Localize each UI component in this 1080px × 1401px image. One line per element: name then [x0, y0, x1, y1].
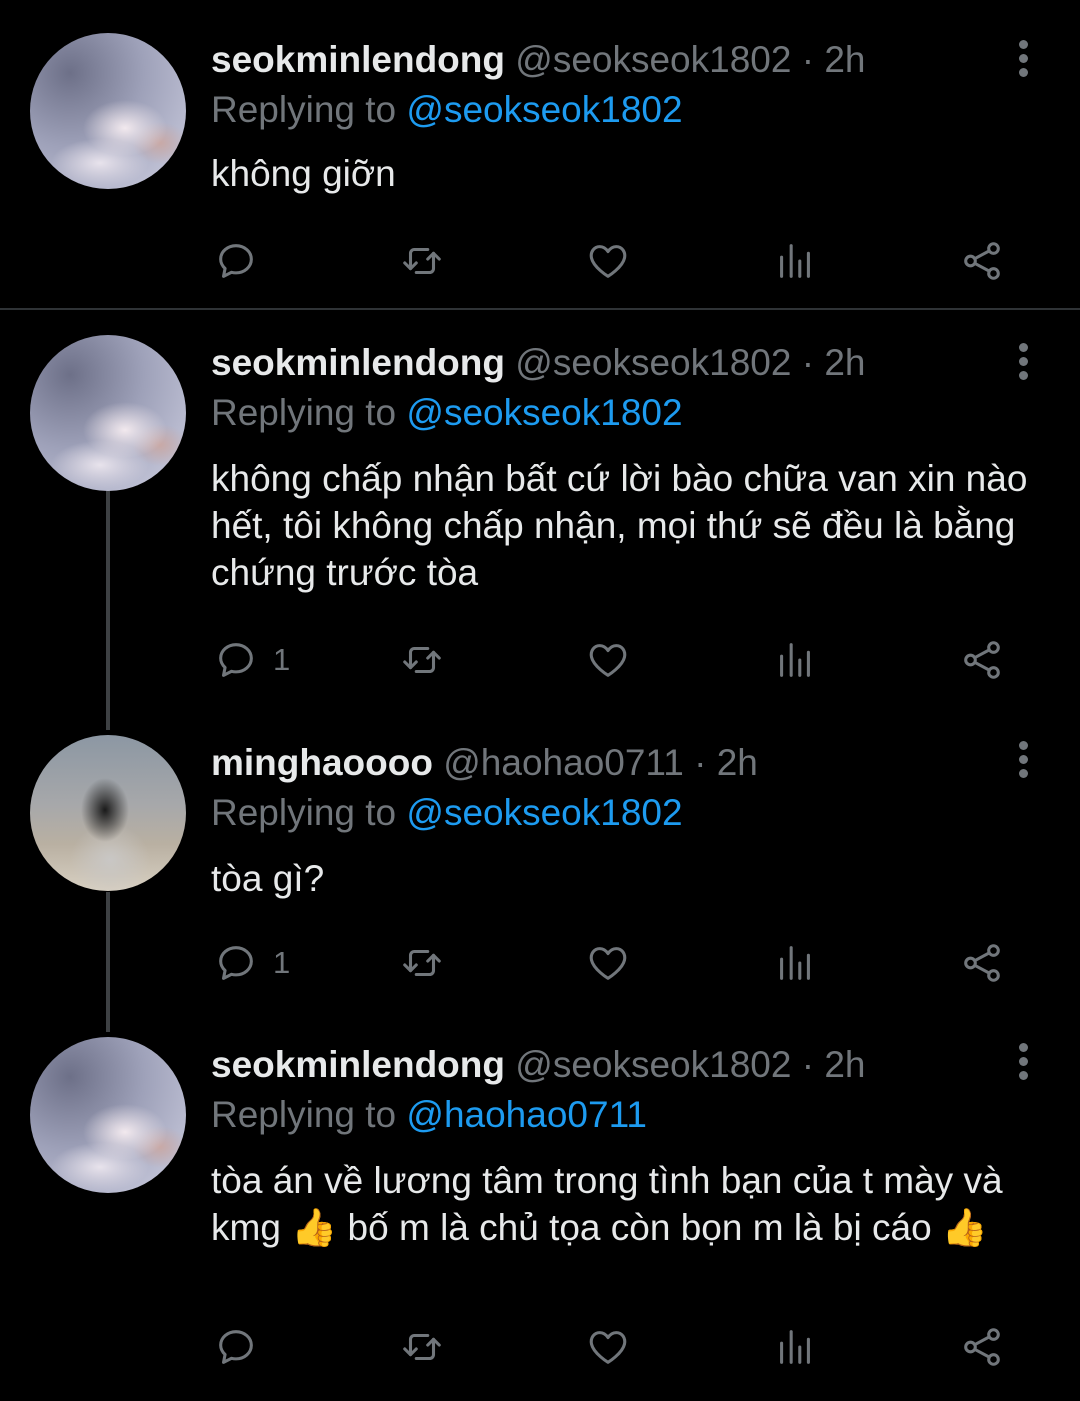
user-handle[interactable]: @seokseok1802	[515, 342, 791, 383]
tweet[interactable]: minghaoooo @haohao0711 · 2h Replying to …	[0, 727, 1080, 1017]
like-button[interactable]	[585, 635, 631, 685]
more-vertical-icon	[1018, 40, 1028, 49]
replying-to: Replying to @haohao0711	[211, 1093, 647, 1137]
share-icon	[959, 238, 1005, 284]
views-button[interactable]	[772, 635, 818, 685]
action-bar: 1	[211, 938, 1011, 988]
tweet-text: không chấp nhận bất cứ lời bào chữa van …	[211, 458, 1028, 593]
user-handle[interactable]: @seokseok1802	[515, 1044, 791, 1085]
replying-prefix: Replying to	[211, 792, 407, 833]
like-button[interactable]	[585, 1322, 631, 1372]
tweet[interactable]: seokminlendong @seokseok1802 · 2h Replyi…	[0, 325, 1080, 715]
share-button[interactable]	[959, 236, 1005, 286]
display-name[interactable]: seokminlendong	[211, 39, 505, 80]
share-icon	[959, 637, 1005, 683]
replying-prefix: Replying to	[211, 1094, 407, 1135]
avatar[interactable]	[30, 735, 186, 891]
more-vertical-icon	[1018, 741, 1028, 750]
heart-icon	[585, 637, 631, 683]
display-name[interactable]: seokminlendong	[211, 1044, 505, 1085]
share-icon	[959, 1324, 1005, 1370]
reply-count: 1	[273, 945, 291, 980]
reply-icon	[213, 637, 259, 683]
timestamp[interactable]: 2h	[824, 39, 865, 80]
reply-button[interactable]	[213, 1322, 273, 1372]
action-bar: 1	[211, 635, 1011, 685]
tweet-text: tòa án về lương tâm trong tình bạn của t…	[211, 1160, 1003, 1248]
display-name[interactable]: minghaoooo	[211, 742, 433, 783]
user-handle[interactable]: @seokseok1802	[515, 39, 791, 80]
tweet[interactable]: seokminlendong @seokseok1802 · 2h Replyi…	[0, 1029, 1080, 1401]
share-button[interactable]	[959, 635, 1005, 685]
user-handle[interactable]: @haohao0711	[443, 742, 684, 783]
action-bar	[211, 1322, 1011, 1372]
like-button[interactable]	[585, 236, 631, 286]
reply-icon	[213, 940, 259, 986]
retweet-button[interactable]	[399, 938, 445, 988]
more-options-button[interactable]	[1016, 1043, 1030, 1089]
separator-dot: ·	[801, 1044, 815, 1085]
reply-button[interactable]: 1	[213, 635, 290, 685]
tweet-header: seokminlendong @seokseok1802 · 2h	[211, 341, 866, 385]
replying-prefix: Replying to	[211, 89, 407, 130]
timestamp[interactable]: 2h	[824, 342, 865, 383]
retweet-icon	[399, 238, 445, 284]
retweet-button[interactable]	[399, 1322, 445, 1372]
more-vertical-icon	[1018, 1043, 1028, 1052]
tweet-header: minghaoooo @haohao0711 · 2h	[211, 741, 758, 785]
avatar[interactable]	[30, 33, 186, 189]
share-button[interactable]	[959, 938, 1005, 988]
replying-to: Replying to @seokseok1802	[211, 88, 683, 132]
separator-dot: ·	[694, 742, 707, 783]
retweet-icon	[399, 1324, 445, 1370]
tweet-header: seokminlendong @seokseok1802 · 2h	[211, 38, 866, 82]
separator-dot: ·	[801, 342, 815, 383]
mention-link[interactable]: @seokseok1802	[406, 392, 682, 433]
more-vertical-icon	[1018, 343, 1028, 352]
tweet[interactable]: seokminlendong @seokseok1802 · 2h Replyi…	[0, 0, 1080, 308]
reply-count: 1	[273, 642, 291, 677]
reply-icon	[213, 1324, 259, 1370]
analytics-icon	[772, 940, 818, 986]
retweet-button[interactable]	[399, 236, 445, 286]
views-button[interactable]	[772, 1322, 818, 1372]
retweet-icon	[399, 940, 445, 986]
views-button[interactable]	[772, 938, 818, 988]
mention-link[interactable]: @seokseok1802	[406, 792, 682, 833]
replying-prefix: Replying to	[211, 392, 407, 433]
timestamp[interactable]: 2h	[717, 742, 758, 783]
replying-to: Replying to @seokseok1802	[211, 391, 683, 435]
analytics-icon	[772, 637, 818, 683]
heart-icon	[585, 940, 631, 986]
like-button[interactable]	[585, 938, 631, 988]
retweet-icon	[399, 637, 445, 683]
share-button[interactable]	[959, 1322, 1005, 1372]
views-button[interactable]	[772, 236, 818, 286]
retweet-button[interactable]	[399, 635, 445, 685]
separator-dot: ·	[801, 39, 815, 80]
display-name[interactable]: seokminlendong	[211, 342, 505, 383]
tweet-text: tòa gì?	[211, 858, 325, 899]
replying-to: Replying to @seokseok1802	[211, 791, 683, 835]
tweet-divider	[0, 308, 1080, 310]
analytics-icon	[772, 1324, 818, 1370]
more-options-button[interactable]	[1016, 343, 1030, 389]
timestamp[interactable]: 2h	[824, 1044, 865, 1085]
avatar[interactable]	[30, 335, 186, 491]
reply-icon	[213, 238, 259, 284]
heart-icon	[585, 1324, 631, 1370]
more-options-button[interactable]	[1016, 741, 1030, 787]
mention-link[interactable]: @haohao0711	[406, 1094, 647, 1135]
avatar[interactable]	[30, 1037, 186, 1193]
mention-link[interactable]: @seokseok1802	[406, 89, 682, 130]
reply-button[interactable]: 1	[213, 938, 290, 988]
tweet-header: seokminlendong @seokseok1802 · 2h	[211, 1043, 866, 1087]
action-bar	[211, 236, 1011, 286]
tweet-text: không giỡn	[211, 153, 396, 194]
heart-icon	[585, 238, 631, 284]
share-icon	[959, 940, 1005, 986]
reply-button[interactable]	[213, 236, 273, 286]
more-options-button[interactable]	[1016, 40, 1030, 86]
analytics-icon	[772, 238, 818, 284]
